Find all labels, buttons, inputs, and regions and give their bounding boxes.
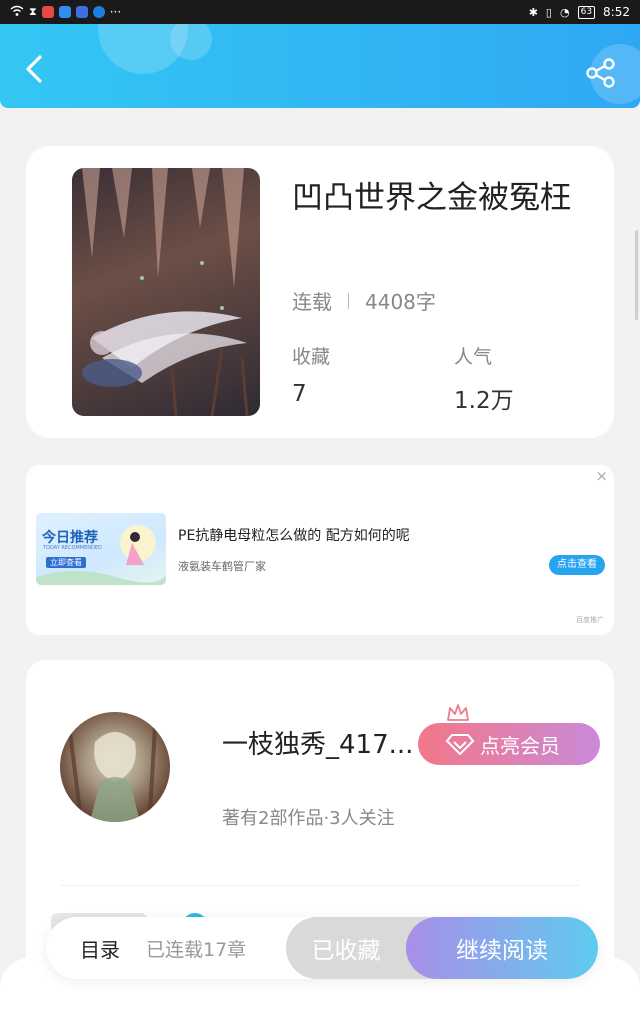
top-header — [0, 24, 640, 108]
app-notification-icon — [58, 6, 71, 18]
ad-image[interactable]: 今日推荐 TODAY RECOMMENDED 立即查看 — [36, 513, 166, 585]
popularity-value: 1.2万 — [454, 388, 514, 414]
ad-subtitle: 液氨装车鹤管厂家 — [178, 560, 266, 573]
word-count: 4408字 — [365, 290, 436, 314]
chevron-left-icon — [26, 55, 42, 83]
ad-banner[interactable]: × 今日推荐 TODAY RECOMMENDED 立即查看 PE抗静电母粒怎么做… — [26, 465, 614, 635]
app-notification-icon — [75, 6, 88, 18]
activate-vip-button[interactable]: 点亮会员 — [418, 723, 600, 765]
clock: 8:52 — [603, 5, 630, 19]
vip-button-label: 点亮会员 — [480, 733, 560, 758]
cover-illustration — [82, 168, 249, 416]
ad-view-button[interactable]: 点击查看 — [549, 555, 605, 575]
app-notification-icon — [41, 6, 54, 18]
author-name[interactable]: 一枝独秀_417... — [222, 724, 422, 761]
speedometer-icon: ◔ — [559, 5, 570, 19]
ad-image-illustration — [36, 525, 166, 585]
meta-divider — [348, 292, 349, 309]
vibrate-icon: ▯ — [545, 5, 552, 19]
bottom-action-bar: 目录 已连载17章 已收藏 继续阅读 — [46, 917, 598, 979]
battery-indicator: 63 — [577, 5, 596, 19]
diamond-icon — [446, 734, 474, 755]
share-button[interactable] — [584, 56, 618, 90]
book-info-card: 凹凸世界之金被冤枉 连载 4408字 收藏 7 人气 1.2万 — [26, 146, 614, 438]
ad-close-icon[interactable]: × — [595, 467, 608, 485]
serial-status: 连载 — [292, 290, 332, 314]
decorative-bubble — [170, 24, 212, 60]
bluetooth-icon: ✱ — [528, 5, 538, 19]
continue-reading-label: 继续阅读 — [456, 938, 548, 964]
wifi-icon — [10, 5, 24, 20]
scrollbar[interactable] — [635, 230, 638, 320]
author-divider — [60, 885, 580, 886]
favorites-label: 收藏 — [292, 346, 331, 368]
book-cover-image[interactable] — [72, 168, 260, 416]
hourglass-icon: ⧗ — [29, 5, 37, 18]
app-notification-icon — [92, 6, 105, 18]
author-stats: 著有2部作品·3人关注 — [222, 808, 395, 829]
favorites-value: 7 — [292, 381, 307, 407]
popularity-stat: 人气 1.2万 — [454, 342, 514, 415]
share-icon — [586, 58, 615, 88]
popularity-label: 人气 — [454, 346, 493, 368]
collected-label: 已收藏 — [311, 938, 381, 964]
ad-title[interactable]: PE抗静电母粒怎么做的 配方如何的呢 — [178, 525, 410, 545]
avatar-illustration — [68, 726, 157, 822]
author-avatar[interactable] — [60, 712, 170, 822]
continue-reading-button[interactable]: 继续阅读 — [406, 917, 598, 979]
book-meta: 连载 4408字 — [292, 286, 436, 315]
crown-icon — [447, 704, 469, 721]
status-icons-right: ✱ ▯ ◔ 63 8:52 — [529, 5, 630, 19]
favorites-stat: 收藏 7 — [292, 342, 330, 407]
ad-tag: 百度推广 — [576, 616, 604, 624]
table-of-contents-button[interactable]: 目录 — [80, 934, 120, 963]
book-title: 凹凸世界之金被冤枉 — [292, 180, 571, 216]
status-icons-left: ⧗ ··· — [10, 5, 121, 20]
back-button[interactable] — [20, 54, 50, 84]
status-bar: ⧗ ··· ✱ ▯ ◔ 63 8:52 — [0, 0, 640, 24]
serialized-chapters[interactable]: 已连载17章 — [146, 935, 246, 962]
more-notifications-icon: ··· — [109, 5, 122, 19]
